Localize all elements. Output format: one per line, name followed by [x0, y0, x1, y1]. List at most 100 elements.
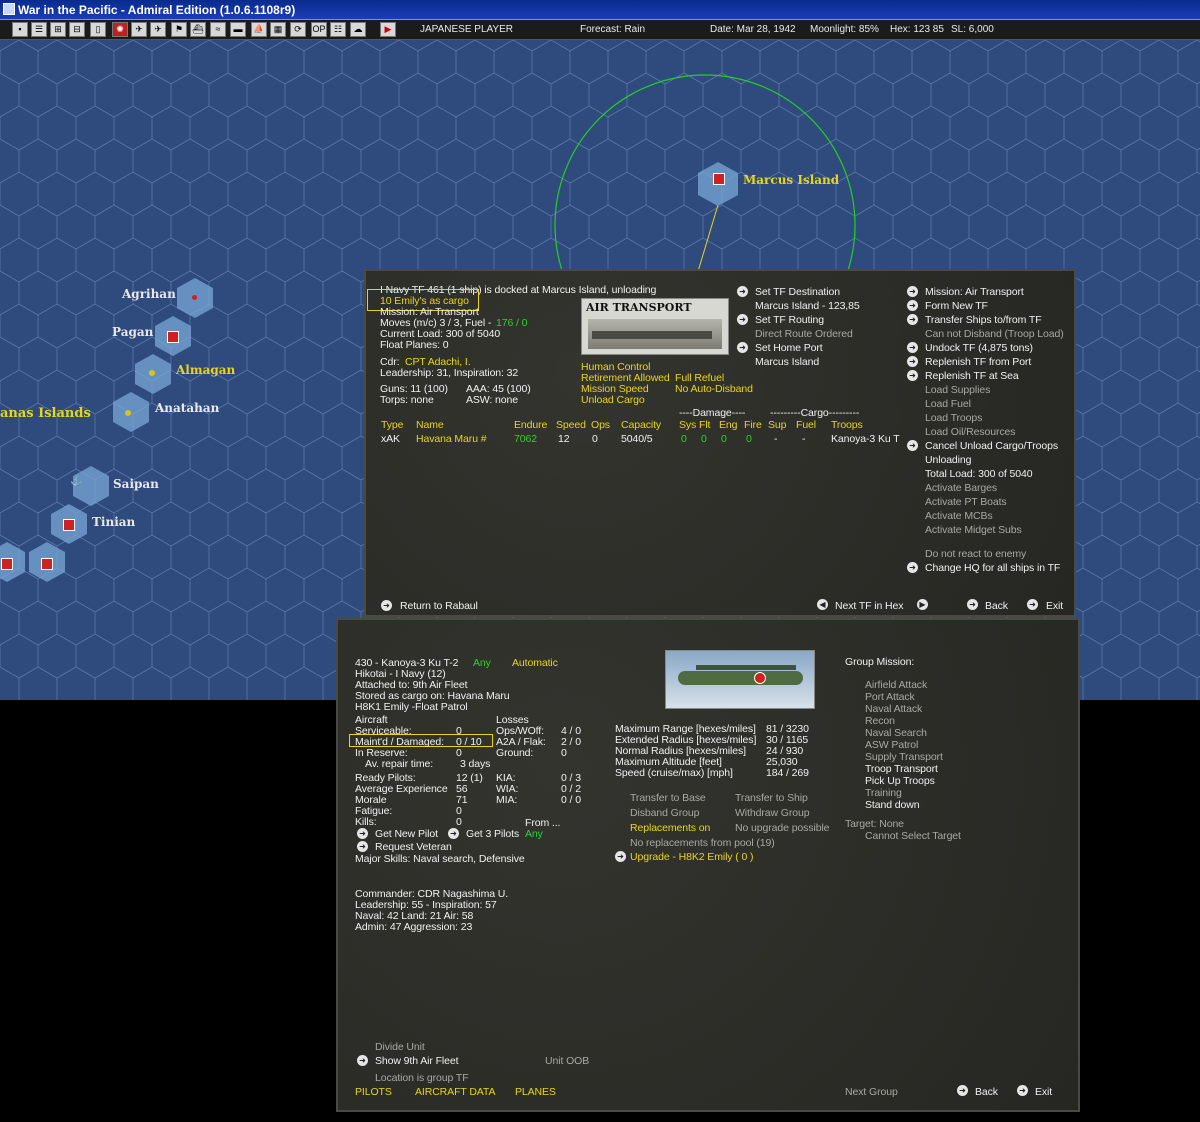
- form-new-tf-button[interactable]: Form New TF: [925, 300, 988, 312]
- unit-auto[interactable]: Automatic: [512, 657, 558, 669]
- show-air-fleet-button[interactable]: Show 9th Air Fleet: [375, 1055, 459, 1067]
- arrow-right-icon[interactable]: ➜: [907, 342, 918, 353]
- opt-no-auto-disband[interactable]: No Auto-Disband: [675, 383, 753, 395]
- mission-naval-attack[interactable]: Naval Attack: [865, 703, 922, 715]
- set-home-port-button[interactable]: Set Home Port: [755, 342, 823, 354]
- report-icon[interactable]: ☷: [330, 22, 346, 37]
- flag-icon[interactable]: ✺: [112, 22, 128, 37]
- island-label-agrihan[interactable]: Agrihan: [122, 287, 176, 301]
- arrow-right-icon[interactable]: ➜: [907, 370, 918, 381]
- mission-port-attack[interactable]: Port Attack: [865, 691, 915, 703]
- plane-icon[interactable]: ✈: [131, 22, 147, 37]
- air-exit-button[interactable]: Exit: [1035, 1086, 1052, 1098]
- withdraw-group-button[interactable]: Withdraw Group: [735, 807, 810, 819]
- island-label-pagan[interactable]: Pagan: [112, 325, 153, 339]
- op-icon[interactable]: OP: [311, 22, 327, 37]
- opt-unload-cargo[interactable]: Unload Cargo: [581, 394, 645, 406]
- next-group-button[interactable]: Next Group: [845, 1086, 898, 1098]
- arrow-right-icon[interactable]: ➜: [357, 828, 368, 839]
- mission-troop-transport[interactable]: Troop Transport: [865, 763, 938, 775]
- plane-blue-icon[interactable]: ✈: [150, 22, 166, 37]
- arrow-right-icon[interactable]: ➜: [381, 600, 392, 611]
- base-marker-icon[interactable]: [713, 173, 725, 185]
- back-arrow-icon[interactable]: ➜: [967, 599, 978, 610]
- mission-button[interactable]: Mission: Air Transport: [925, 286, 1024, 298]
- air-back-button[interactable]: Back: [975, 1086, 998, 1098]
- arrow-left-icon[interactable]: ◀: [817, 599, 828, 610]
- tab-planes[interactable]: PLANES: [515, 1086, 556, 1098]
- mission-training[interactable]: Training: [865, 787, 902, 799]
- arrow-right-icon[interactable]: ➜: [907, 440, 918, 451]
- change-hq-button[interactable]: Change HQ for all ships in TF: [925, 562, 1060, 574]
- arrow-right-icon[interactable]: ➜: [737, 314, 748, 325]
- mission-pick-up-troops[interactable]: Pick Up Troops: [865, 775, 935, 787]
- arrow-right-icon[interactable]: ➜: [357, 1055, 368, 1066]
- island-label-saipan[interactable]: Saipan: [113, 477, 159, 491]
- do-not-react[interactable]: Do not react to enemy: [925, 548, 1026, 560]
- exit-arrow-icon[interactable]: ➜: [1027, 599, 1038, 610]
- toolbar-icon-5[interactable]: ▯: [90, 22, 106, 37]
- undock-button[interactable]: Undock TF (4,875 tons): [925, 342, 1033, 354]
- arrow-right-icon[interactable]: ➜: [615, 851, 626, 862]
- refresh-icon[interactable]: ⟳: [290, 22, 306, 37]
- arrow-right-icon[interactable]: ▶: [917, 599, 928, 610]
- grid-icon[interactable]: ▦: [270, 22, 286, 37]
- base-marker-icon[interactable]: [1, 558, 13, 570]
- request-veteran-button[interactable]: Request Veteran: [375, 841, 452, 853]
- new-pilot-button[interactable]: Get New Pilot: [375, 828, 438, 840]
- arrow-right-icon[interactable]: ➜: [448, 828, 459, 839]
- cell-name[interactable]: Havana Maru #: [416, 433, 487, 445]
- waves-icon[interactable]: ≈: [210, 22, 226, 37]
- toolbar-icon-3[interactable]: ⊞: [50, 22, 66, 37]
- unit-oob-button[interactable]: Unit OOB: [545, 1055, 589, 1067]
- divide-unit[interactable]: Divide Unit: [375, 1041, 425, 1053]
- replacements-toggle[interactable]: Replacements on: [630, 822, 710, 834]
- tf-exit-button[interactable]: Exit: [1046, 600, 1063, 612]
- flag-red-icon[interactable]: ⚑: [171, 22, 187, 37]
- cloud-icon[interactable]: ☁: [350, 22, 366, 37]
- tab-pilots[interactable]: PILOTS: [355, 1086, 392, 1098]
- base-marker-icon[interactable]: [63, 519, 75, 531]
- mission-stand-down[interactable]: Stand down: [865, 799, 920, 811]
- unit-any[interactable]: Any: [473, 657, 491, 669]
- arrow-right-icon[interactable]: ➜: [907, 286, 918, 297]
- transfer-base-button[interactable]: Transfer to Base: [630, 792, 706, 804]
- upgrade-button[interactable]: Upgrade - H8K2 Emily ( 0 ): [630, 851, 754, 863]
- island-label-marcus[interactable]: Marcus Island: [743, 173, 839, 187]
- tab-aircraft-data[interactable]: AIRCRAFT DATA: [415, 1086, 495, 1098]
- arrow-right-icon[interactable]: ➜: [737, 342, 748, 353]
- tf-back-button[interactable]: Back: [985, 600, 1008, 612]
- end-turn-icon[interactable]: ▶: [380, 22, 396, 37]
- mission-recon[interactable]: Recon: [865, 715, 895, 727]
- base-marker-icon[interactable]: [41, 558, 53, 570]
- toolbar-icon-2[interactable]: ☰: [31, 22, 47, 37]
- arrow-right-icon[interactable]: ➜: [907, 562, 918, 573]
- arrow-right-icon[interactable]: ➜: [907, 300, 918, 311]
- disband-group-button[interactable]: Disband Group: [630, 807, 699, 819]
- exit-arrow-icon[interactable]: ➜: [1017, 1085, 1028, 1096]
- arrow-right-icon[interactable]: ➜: [737, 286, 748, 297]
- set-routing-button[interactable]: Set TF Routing: [755, 314, 824, 326]
- back-arrow-icon[interactable]: ➜: [957, 1085, 968, 1096]
- return-button[interactable]: Return to Rabaul: [400, 600, 478, 612]
- mission-asw-patrol[interactable]: ASW Patrol: [865, 739, 918, 751]
- arrow-right-icon[interactable]: ➜: [907, 356, 918, 367]
- mission-airfield-attack[interactable]: Airfield Attack: [865, 679, 927, 691]
- replenish-port-button[interactable]: Replenish TF from Port: [925, 356, 1031, 368]
- cell-troops[interactable]: Kanoya-3 Ku T: [831, 433, 900, 445]
- base-marker-icon[interactable]: [167, 331, 179, 343]
- transfer-ship-button[interactable]: Transfer to Ship: [735, 792, 808, 804]
- island-label-almagan[interactable]: Almagan: [176, 363, 235, 377]
- island-label-tinian[interactable]: Tinian: [92, 515, 135, 529]
- from-any[interactable]: Any: [525, 828, 543, 840]
- mission-supply-transport[interactable]: Supply Transport: [865, 751, 943, 763]
- fleet-icon[interactable]: ⛵: [251, 22, 267, 37]
- toolbar-icon-4[interactable]: ⊟: [69, 22, 85, 37]
- tanks-icon[interactable]: ▬: [230, 22, 246, 37]
- arrow-right-icon[interactable]: ➜: [907, 314, 918, 325]
- set-destination-button[interactable]: Set TF Destination: [755, 286, 840, 298]
- toolbar-icon-1[interactable]: ▪: [12, 22, 28, 37]
- transfer-ships-button[interactable]: Transfer Ships to/from TF: [925, 314, 1042, 326]
- replenish-sea-button[interactable]: Replenish TF at Sea: [925, 370, 1019, 382]
- get3-pilots-button[interactable]: Get 3 Pilots: [466, 828, 519, 840]
